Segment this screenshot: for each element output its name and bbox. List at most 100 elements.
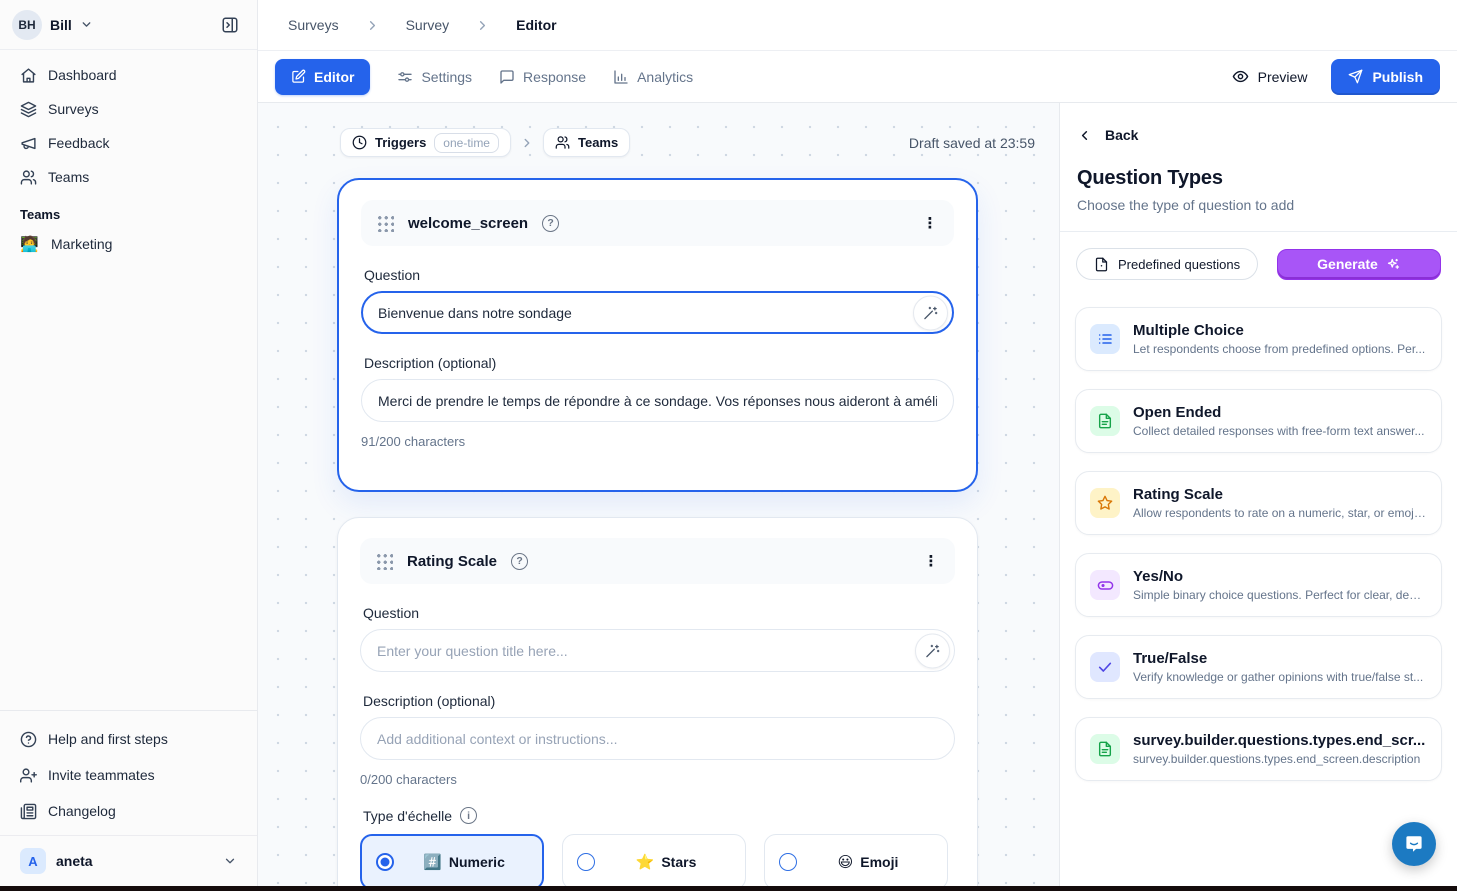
account-name: aneta — [56, 853, 93, 869]
publish-button[interactable]: Publish — [1331, 59, 1440, 95]
collapse-sidebar-button[interactable] — [215, 10, 245, 40]
triggers-label: Triggers — [375, 135, 426, 150]
scale-option-label: Numeric — [449, 854, 505, 870]
megaphone-icon — [20, 135, 37, 152]
workspace-avatar: BH — [12, 10, 42, 40]
back-label: Back — [1105, 127, 1138, 143]
teams-pill[interactable]: Teams — [543, 128, 630, 157]
predefined-questions-button[interactable]: Predefined questions — [1076, 248, 1258, 280]
sidebar-item-label: Surveys — [48, 101, 99, 117]
question-type-true-false[interactable]: True/False Verify knowledge or gather op… — [1075, 635, 1442, 699]
sidebar-item-marketing[interactable]: 🧑‍💻 Marketing — [12, 227, 245, 261]
description-input-wrap — [361, 379, 954, 422]
kebab-menu-icon[interactable] — [921, 214, 939, 233]
file-question-icon — [1094, 257, 1109, 272]
generate-button[interactable]: Generate — [1277, 249, 1441, 280]
question-type-rating-scale[interactable]: Rating Scale Allow respondents to rate o… — [1075, 471, 1442, 535]
draft-status: Draft saved at 23:59 — [909, 135, 1035, 151]
drag-handle-icon[interactable] — [375, 552, 393, 570]
sidebar-item-invite[interactable]: Invite teammates — [12, 757, 245, 793]
star-icon — [1090, 488, 1120, 518]
breadcrumb-surveys[interactable]: Surveys — [288, 17, 339, 33]
chevron-left-icon — [1077, 128, 1092, 143]
card-header[interactable]: welcome_screen — [361, 200, 954, 246]
card-header[interactable]: Rating Scale — [360, 538, 955, 584]
workspace-name: Bill — [50, 17, 72, 33]
back-button[interactable]: Back — [1060, 103, 1457, 143]
question-input-wrap — [360, 629, 955, 672]
chevron-down-icon — [223, 854, 237, 868]
scale-type-label: Type d'échelle — [363, 808, 452, 824]
question-type-title: survey.builder.questions.types.end_scr..… — [1133, 732, 1427, 749]
sidebar-item-label: Feedback — [48, 135, 109, 151]
radio-icon[interactable] — [779, 853, 797, 871]
preview-button[interactable]: Preview — [1232, 68, 1308, 85]
panel-right-icon — [221, 16, 239, 34]
keycap-hash-emoji-icon: #️⃣ — [423, 853, 442, 871]
chevron-down-icon — [80, 18, 93, 31]
sidebar-item-changelog[interactable]: Changelog — [12, 793, 245, 829]
star-emoji-icon: ⭐ — [636, 853, 655, 871]
sidebar-item-dashboard[interactable]: Dashboard — [12, 58, 245, 92]
smiley-emoji-icon: 😃 — [838, 853, 854, 871]
description-input[interactable] — [378, 393, 937, 409]
tab-label: Analytics — [637, 69, 693, 85]
question-type-description: Collect detailed responses with free-for… — [1133, 424, 1427, 438]
ai-rewrite-button[interactable] — [915, 633, 950, 668]
question-type-description: Verify knowledge or gather opinions with… — [1133, 670, 1427, 684]
tab-label: Editor — [314, 69, 354, 85]
help-circle-icon[interactable] — [511, 553, 528, 570]
tab-label: Response — [523, 69, 586, 85]
help-circle-icon[interactable] — [542, 215, 559, 232]
info-icon[interactable] — [460, 807, 477, 824]
sidebar-item-label: Dashboard — [48, 67, 117, 83]
question-type-description: survey.builder.questions.types.end_scree… — [1133, 752, 1427, 766]
chevron-right-icon — [520, 136, 534, 150]
scale-option-emoji[interactable]: 😃 Emoji — [764, 834, 948, 890]
file-text-icon — [1090, 406, 1120, 436]
rating-scale-card[interactable]: Rating Scale Question Description (optio… — [337, 517, 978, 891]
triggers-pill[interactable]: Triggers one-time — [340, 128, 511, 157]
chat-widget-button[interactable] — [1392, 822, 1436, 866]
radio-icon[interactable] — [577, 853, 595, 871]
publish-label: Publish — [1372, 69, 1423, 85]
wand-sparkles-icon — [925, 643, 940, 658]
question-type-open-ended[interactable]: Open Ended Collect detailed responses wi… — [1075, 389, 1442, 453]
generate-label: Generate — [1317, 256, 1378, 272]
question-type-title: Open Ended — [1133, 404, 1427, 421]
radio-checked-icon[interactable] — [376, 853, 394, 871]
panel-title: Question Types — [1060, 167, 1457, 190]
user-plus-icon — [20, 767, 37, 784]
description-label: Description (optional) — [364, 355, 951, 371]
tab-settings[interactable]: Settings — [397, 69, 472, 85]
drag-handle-icon[interactable] — [376, 214, 394, 232]
breadcrumb-survey[interactable]: Survey — [406, 17, 450, 33]
ai-rewrite-button[interactable] — [913, 295, 948, 330]
sidebar-item-surveys[interactable]: Surveys — [12, 92, 245, 126]
question-input[interactable] — [377, 643, 902, 659]
question-type-yes-no[interactable]: Yes/No Simple binary choice questions. P… — [1075, 553, 1442, 617]
description-input[interactable] — [377, 731, 938, 747]
question-input[interactable] — [378, 305, 900, 321]
kebab-menu-icon[interactable] — [922, 552, 940, 571]
chevron-right-icon — [475, 18, 490, 33]
sidebar-item-label: Help and first steps — [48, 731, 168, 747]
tab-analytics[interactable]: Analytics — [613, 69, 693, 85]
scale-option-stars[interactable]: ⭐ Stars — [562, 834, 746, 890]
sidebar-item-teams[interactable]: Teams — [12, 160, 245, 194]
sidebar-item-feedback[interactable]: Feedback — [12, 126, 245, 160]
welcome-screen-card[interactable]: welcome_screen Question Description (opt… — [337, 178, 978, 492]
scale-option-numeric[interactable]: #️⃣ Numeric — [360, 834, 544, 890]
question-type-title: True/False — [1133, 650, 1427, 667]
sidebar-item-help[interactable]: Help and first steps — [12, 721, 245, 757]
account-avatar: A — [20, 848, 46, 874]
sliders-icon — [397, 69, 413, 85]
question-type-end-screen[interactable]: survey.builder.questions.types.end_scr..… — [1075, 717, 1442, 781]
question-input-wrap — [361, 291, 954, 334]
workspace-switcher[interactable]: BH Bill — [0, 0, 257, 50]
account-menu[interactable]: A aneta — [12, 836, 245, 886]
layers-icon — [20, 101, 37, 118]
tab-editor[interactable]: Editor — [275, 59, 370, 95]
tab-response[interactable]: Response — [499, 69, 586, 85]
question-type-multiple-choice[interactable]: Multiple Choice Let respondents choose f… — [1075, 307, 1442, 371]
